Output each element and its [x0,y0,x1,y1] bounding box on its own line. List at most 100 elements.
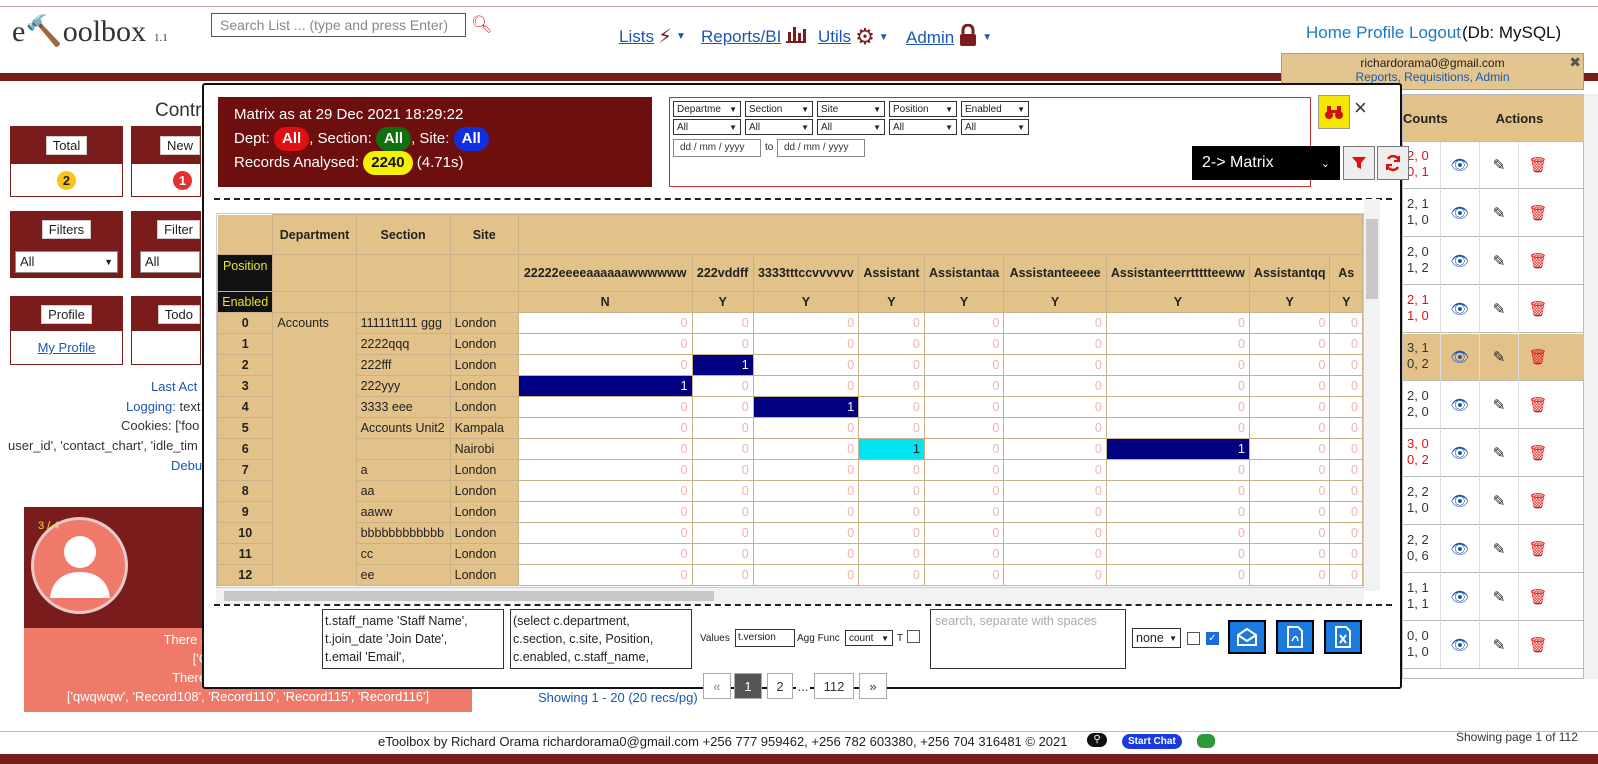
matrix-cell[interactable]: 0 [517,564,693,586]
matrix-cell[interactable]: 0 [923,333,1005,355]
matrix-cell[interactable]: 0 [1105,396,1250,418]
matrix-cell[interactable]: 0 [1003,438,1107,460]
matrix-cell[interactable]: 0 [1003,564,1107,586]
matrix-cell[interactable]: 0 [1248,312,1331,334]
matrix-cell[interactable]: 0 [1003,522,1107,544]
start-chat-button[interactable]: Start Chat [1122,734,1182,749]
matrix-cell[interactable]: 0 [858,375,925,397]
menu-admin[interactable]: Admin ▼ [906,23,992,51]
prev-page-button[interactable]: « [703,673,731,699]
matrix-cell[interactable]: 0 [858,396,925,418]
matrix-cell[interactable]: 0 [858,522,925,544]
page-1-button[interactable]: 1 [734,673,762,699]
pdf-export-button[interactable] [1276,620,1314,654]
matrix-cell[interactable]: 0 [923,375,1005,397]
matrix-cell[interactable]: 0 [1248,480,1331,502]
matrix-cell[interactable]: 0 [1003,459,1107,481]
view-icon[interactable]: 👁︎ [1440,142,1479,188]
edit-icon[interactable]: ✎︎ [1479,622,1518,668]
matrix-cell[interactable]: 0 [1105,354,1250,376]
matrix-cell[interactable]: 0 [691,459,754,481]
matrix-cell[interactable]: 0 [1105,375,1250,397]
user-links[interactable]: Reports, Requisitions, Admin [1282,70,1583,84]
matrix-cell[interactable]: 0 [1003,480,1107,502]
matrix-cell[interactable]: 0 [752,501,860,523]
matrix-cell[interactable]: 0 [1105,543,1250,565]
matrix-cell[interactable]: 0 [517,438,693,460]
view-icon[interactable]: 👁︎ [1440,430,1479,476]
profile-link[interactable]: Profile [1356,23,1404,42]
edit-icon[interactable]: ✎︎ [1479,478,1518,524]
matrix-cell[interactable]: 0 [752,480,860,502]
matrix-cell[interactable]: 0 [923,438,1005,460]
matrix-cell[interactable]: 0 [1248,354,1331,376]
matrix-cell[interactable]: 0 [1003,543,1107,565]
matrix-cell[interactable]: 0 [858,417,925,439]
matrix-cell[interactable]: 0 [1329,417,1363,439]
option-checkbox-1[interactable] [1187,632,1200,645]
edit-icon[interactable]: ✎︎ [1479,430,1518,476]
search-textarea[interactable]: search, separate with spaces [930,609,1126,669]
matrix-cell[interactable]: 0 [858,312,925,334]
view-select[interactable]: 2-> Matrix ⌄ [1192,146,1340,180]
matrix-cell[interactable]: 0 [1248,375,1331,397]
matrix-cell[interactable]: 0 [517,312,693,334]
matrix-cell[interactable]: 0 [1329,459,1363,481]
filter-header-select[interactable]: Departme ▼ [673,101,741,117]
matrix-cell[interactable]: 0 [1105,522,1250,544]
matrix-cell[interactable]: 0 [1105,480,1250,502]
delete-icon[interactable]: 🗑︎ [1518,238,1557,284]
search-icon[interactable]: 🔍︎ [471,15,493,35]
matrix-cell[interactable]: 0 [1329,312,1363,334]
matrix-cell[interactable]: 0 [923,417,1005,439]
refresh-button[interactable] [1377,146,1409,180]
page-2-button[interactable]: 2 [767,673,793,699]
matrix-cell[interactable]: 0 [858,459,925,481]
matrix-cell[interactable]: 0 [691,375,754,397]
filter-header-select[interactable]: Position ▼ [889,101,957,117]
filter-header-select[interactable]: Site ▼ [817,101,885,117]
matrix-cell[interactable]: 0 [1003,375,1107,397]
matrix-vertical-scrollbar[interactable] [1364,199,1380,591]
delete-icon[interactable]: 🗑︎ [1518,574,1557,620]
view-icon[interactable]: 👁︎ [1440,574,1479,620]
matrix-cell[interactable]: 0 [923,543,1005,565]
matrix-cell[interactable]: 0 [517,459,693,481]
edit-icon[interactable]: ✎︎ [1479,574,1518,620]
home-icon[interactable] [1197,734,1215,748]
matrix-cell[interactable]: 0 [517,543,693,565]
my-profile-link[interactable]: My Profile [38,340,96,355]
view-icon[interactable]: 👁︎ [1440,190,1479,236]
delete-icon[interactable]: 🗑︎ [1518,334,1557,380]
delete-icon[interactable]: 🗑︎ [1518,286,1557,332]
filter-header-select[interactable]: Enabled ▼ [961,101,1029,117]
matrix-cell[interactable]: 0 [691,501,754,523]
delete-icon[interactable]: 🗑︎ [1518,622,1557,668]
date-from-input[interactable]: dd / mm / yyyy [673,139,761,157]
matrix-cell[interactable]: 0 [517,480,693,502]
matrix-cell[interactable]: 0 [752,564,860,586]
matrix-cell[interactable]: 0 [752,417,860,439]
matrix-cell[interactable]: 0 [923,522,1005,544]
matrix-cell[interactable]: 0 [691,564,754,586]
view-icon[interactable]: 👁︎ [1440,238,1479,284]
matrix-cell[interactable]: 1 [1105,438,1250,460]
delete-icon[interactable]: 🗑︎ [1518,478,1557,524]
query-textarea[interactable]: (select c.department, c.section, c.site,… [510,609,692,669]
view-icon[interactable]: 👁︎ [1440,382,1479,428]
next-page-button[interactable]: » [859,673,887,699]
matrix-cell[interactable]: 0 [1003,417,1107,439]
matrix-cell[interactable]: 0 [1329,543,1363,565]
matrix-cell[interactable]: 0 [858,501,925,523]
delete-icon[interactable]: 🗑︎ [1518,190,1557,236]
total-badge[interactable]: 2 [57,170,76,190]
matrix-cell[interactable]: 0 [752,312,860,334]
edit-icon[interactable]: ✎︎ [1479,526,1518,572]
matrix-cell[interactable]: 0 [517,501,693,523]
matrix-cell[interactable]: 0 [1248,543,1331,565]
matrix-cell[interactable]: 0 [1003,354,1107,376]
matrix-cell[interactable]: 0 [1105,417,1250,439]
email-button[interactable] [1228,620,1266,654]
view-icon[interactable]: 👁︎ [1440,622,1479,668]
matrix-cell[interactable]: 0 [1003,501,1107,523]
